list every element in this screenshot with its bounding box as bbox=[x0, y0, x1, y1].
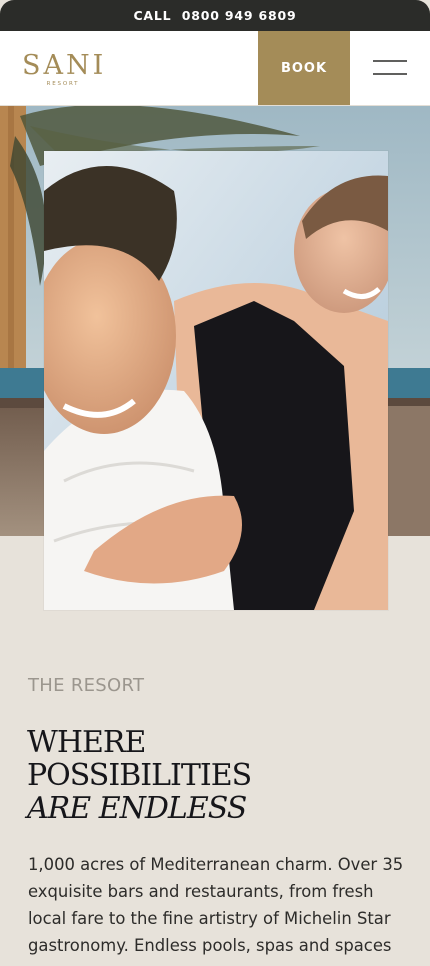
hamburger-icon bbox=[373, 60, 407, 75]
section-body: 1,000 acres of Mediterranean charm. Over… bbox=[28, 855, 404, 966]
menu-button[interactable] bbox=[350, 31, 430, 105]
section-headline: WHERE POSSIBILITIES ARE ENDLESS bbox=[27, 726, 417, 825]
logo-subtitle: RESORT bbox=[46, 81, 80, 87]
headline-line-2: POSSIBILITIES bbox=[27, 758, 252, 793]
section-label: THE RESORT bbox=[28, 675, 145, 696]
site-header: SANI RESORT BOOK bbox=[0, 31, 430, 106]
call-bar[interactable]: CALL 0800 949 6809 bbox=[0, 0, 430, 31]
logo-wordmark: SANI bbox=[22, 50, 107, 81]
call-label: CALL bbox=[133, 8, 172, 23]
logo[interactable]: SANI RESORT bbox=[22, 52, 104, 88]
headline-line-3: ARE ENDLESS bbox=[27, 791, 247, 826]
call-link[interactable]: CALL 0800 949 6809 bbox=[133, 8, 296, 23]
book-button[interactable]: BOOK bbox=[258, 31, 350, 105]
page: CALL 0800 949 6809 SANI RESORT BOOK THE … bbox=[0, 0, 430, 966]
phone-number: 0800 949 6809 bbox=[181, 8, 297, 23]
headline-line-1: WHERE bbox=[27, 725, 146, 760]
hero-photo bbox=[44, 151, 388, 610]
